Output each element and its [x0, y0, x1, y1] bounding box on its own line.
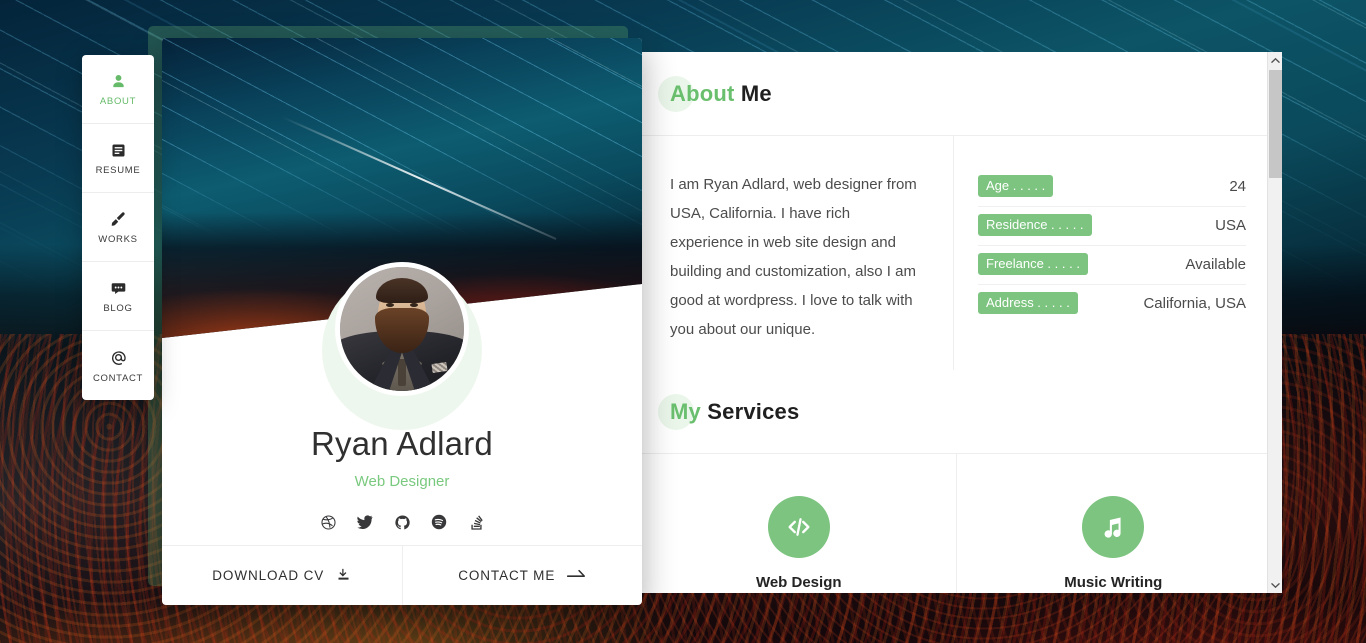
- code-icon: [767, 496, 830, 558]
- info-row: Freelance . . . . . Available: [978, 246, 1246, 285]
- arrow-right-icon: [567, 567, 586, 584]
- about-section-header: About Me: [642, 52, 1270, 136]
- sidebar-item-works[interactable]: WORKS: [82, 193, 154, 262]
- dribbble-icon[interactable]: [318, 512, 338, 532]
- at-icon: [109, 348, 128, 368]
- card-actions: DOWNLOAD CV CONTACT ME: [162, 545, 642, 605]
- scrollbar-thumb[interactable]: [1269, 70, 1282, 178]
- info-value: Available: [1185, 255, 1246, 273]
- brush-icon: [109, 209, 127, 229]
- spotify-icon[interactable]: [429, 512, 449, 532]
- info-row: Residence . . . . . USA: [978, 207, 1246, 246]
- sidebar-nav: ABOUT RESUME WORKS BLOG CONTACT: [82, 55, 154, 400]
- info-key: Freelance . . . . .: [978, 253, 1088, 275]
- services-heading-accent: My: [670, 398, 701, 424]
- content-scrollbar[interactable]: [1267, 52, 1282, 593]
- sidebar-item-label: WORKS: [98, 234, 138, 245]
- info-row: Address . . . . . California, USA: [978, 285, 1246, 323]
- sidebar-item-label: RESUME: [95, 165, 141, 176]
- sidebar-item-contact[interactable]: CONTACT: [82, 331, 154, 400]
- sidebar-item-label: CONTACT: [92, 372, 144, 384]
- services-heading-rest: Services: [700, 398, 800, 424]
- info-value: USA: [1215, 216, 1246, 234]
- service-title: Music Writing: [1064, 574, 1163, 591]
- profile-name: Ryan Adlard: [311, 425, 493, 462]
- about-text-column: I am Ryan Adlard, web designer from USA,…: [642, 136, 954, 370]
- stack-overflow-icon[interactable]: [466, 512, 486, 532]
- services-heading: My Services: [670, 399, 799, 425]
- download-cv-button[interactable]: DOWNLOAD CV: [162, 546, 402, 605]
- content-panel: About Me I am Ryan Adlard, web designer …: [642, 52, 1282, 593]
- services-grid: Web Design Music Writing: [642, 454, 1270, 593]
- sidebar-item-blog[interactable]: BLOG: [82, 262, 154, 331]
- profile-role: Web Designer: [354, 473, 450, 490]
- info-key: Residence . . . . .: [978, 214, 1092, 236]
- about-body: I am Ryan Adlard, web designer from USA,…: [642, 136, 1270, 370]
- github-icon[interactable]: [392, 512, 412, 532]
- scroll-down-arrow[interactable]: [1268, 577, 1283, 593]
- avatar: [335, 262, 469, 396]
- comment-icon: [110, 278, 127, 298]
- contact-me-button[interactable]: CONTACT ME: [401, 546, 643, 605]
- info-key: Age . . . . .: [978, 175, 1054, 197]
- about-heading-accent: About: [670, 80, 735, 106]
- info-key: Address . . . . .: [978, 292, 1078, 314]
- about-paragraph: I am Ryan Adlard, web designer from USA,…: [670, 176, 917, 338]
- social-links: [162, 512, 642, 532]
- info-value: 24: [1229, 177, 1246, 195]
- info-row: Age . . . . . 24: [978, 168, 1246, 207]
- sidebar-item-label: ABOUT: [99, 96, 137, 107]
- document-icon: [110, 140, 127, 160]
- music-icon: [1082, 496, 1145, 558]
- download-icon: [336, 567, 351, 585]
- download-cv-label: DOWNLOAD CV: [212, 568, 325, 583]
- services-section-header: My Services: [642, 370, 1270, 454]
- info-value: California, USA: [1143, 294, 1246, 312]
- comet-streak: [281, 116, 557, 240]
- sidebar-item-about[interactable]: ABOUT: [82, 55, 154, 124]
- service-item[interactable]: Web Design: [642, 454, 956, 593]
- about-heading: About Me: [670, 81, 772, 107]
- scroll-up-arrow[interactable]: [1268, 52, 1283, 68]
- sidebar-item-resume[interactable]: RESUME: [82, 124, 154, 193]
- about-heading-rest: Me: [734, 80, 772, 106]
- twitter-icon[interactable]: [355, 512, 375, 532]
- profile-card: Ryan Adlard Web Designer DOWNLOAD CV CON…: [162, 38, 642, 605]
- person-icon: [110, 71, 127, 91]
- content-scroll-area: About Me I am Ryan Adlard, web designer …: [642, 52, 1270, 593]
- service-item[interactable]: Music Writing: [955, 454, 1271, 593]
- contact-me-label: CONTACT ME: [458, 568, 556, 583]
- about-info-column: Age . . . . . 24 Residence . . . . . USA…: [954, 136, 1270, 370]
- sidebar-item-label: BLOG: [103, 303, 133, 314]
- service-title: Web Design: [755, 574, 842, 591]
